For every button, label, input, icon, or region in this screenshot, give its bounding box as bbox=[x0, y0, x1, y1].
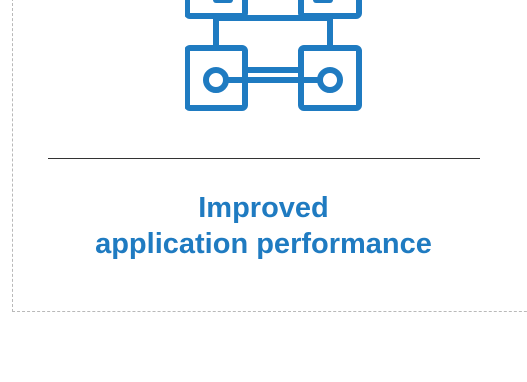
feature-title: Improved application performance bbox=[0, 190, 527, 262]
feature-title-line-1: Improved bbox=[198, 192, 329, 224]
feature-title-line-2: application performance bbox=[95, 228, 432, 260]
connected-nodes-icon bbox=[184, 0, 365, 112]
divider bbox=[48, 158, 480, 159]
